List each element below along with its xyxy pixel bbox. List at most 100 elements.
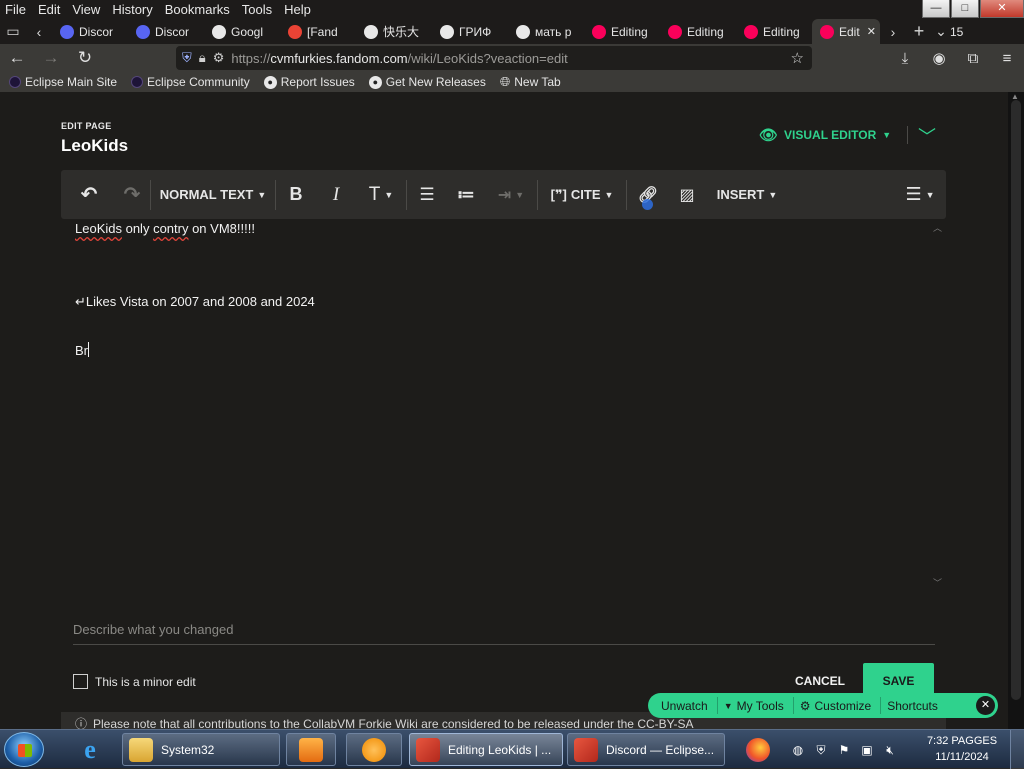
taskbar-item-discord-eclipse[interactable]: Discord — Eclipse... <box>567 733 725 766</box>
paragraph-format-dropdown[interactable]: NORMAL TEXT ▼ <box>151 170 275 219</box>
taskbar-item-system32[interactable]: System32 <box>122 733 280 766</box>
tab-label: [Fand <box>307 24 338 39</box>
tab-8[interactable]: Editing <box>660 19 736 44</box>
system-clock[interactable]: 7:32 PAGGES 11/11/2024 <box>924 733 1000 765</box>
minor-edit-checkbox[interactable]: This is a minor edit <box>73 674 196 689</box>
tab-4[interactable]: 快乐大 <box>356 19 432 44</box>
tab-10[interactable]: Edit ✕ <box>812 19 880 44</box>
tab-overview-icon[interactable]: ▭ <box>0 19 26 44</box>
bookmark-new-tab[interactable]: 🌐︎ New Tab <box>491 74 566 90</box>
close-window-button[interactable]: ✕ <box>980 0 1024 18</box>
scroll-up-icon[interactable]: ︿ <box>933 221 942 234</box>
menu-bookmarks[interactable]: Bookmarks <box>159 0 236 19</box>
italic-icon[interactable]: I <box>316 170 356 219</box>
link-icon[interactable]: 🔗︎ <box>627 170 669 219</box>
scroll-down-icon[interactable]: ﹀ <box>933 576 942 589</box>
firefox-icon <box>746 737 770 762</box>
edit-summary-input[interactable]: Describe what you changed <box>73 619 935 645</box>
new-tab-icon[interactable]: + <box>906 19 932 44</box>
menu-help[interactable]: Help <box>278 0 317 19</box>
maximize-button[interactable]: □ <box>951 0 979 18</box>
unwatch-button[interactable]: Unwatch <box>661 699 717 713</box>
tab-6[interactable]: мать р <box>508 19 584 44</box>
security-icon[interactable]: ⛨ <box>813 742 829 758</box>
menu-file[interactable]: File <box>0 0 32 19</box>
bookmark-eclipse-main-site[interactable]: Eclipse Main Site <box>0 75 122 89</box>
checkbox-icon[interactable] <box>73 674 88 689</box>
tab-7[interactable]: Editing <box>584 19 660 44</box>
customize-button[interactable]: ⚙ Customize <box>800 699 880 713</box>
tab-0[interactable]: Discor <box>52 19 128 44</box>
page-scrollbar[interactable]: ▲ <box>1008 92 1024 729</box>
cat-icon <box>364 24 378 39</box>
downloads-icon[interactable]: ⤓ <box>888 44 922 72</box>
start-button[interactable] <box>4 732 44 767</box>
back-arrow-icon[interactable]: ← <box>0 44 34 72</box>
app-menu-icon[interactable]: ≡ <box>990 44 1024 72</box>
url-bar[interactable]: ⛨ 🔒︎ ⚙ https://cvmfurkies.fandom.com/wik… <box>176 46 812 70</box>
bookmark-star-icon[interactable]: ☆ <box>791 49 804 67</box>
forward-arrow-icon[interactable]: → <box>34 44 68 72</box>
reload-icon[interactable]: ↻ <box>68 44 102 72</box>
volume-muted-icon[interactable]: 🔇︎ <box>882 742 898 758</box>
close-tab-icon[interactable]: ✕ <box>867 25 876 38</box>
scroll-tabs-left-icon[interactable]: ‹ <box>26 19 52 44</box>
scroll-up-arrow-icon[interactable]: ▲ <box>1011 92 1019 101</box>
undo-icon[interactable]: ↶ <box>61 170 117 219</box>
bookmark-get-new-releases[interactable]: ● Get New Releases <box>360 75 491 89</box>
editor-surface[interactable]: LeoKids only contry on VM8!!!!! ↵Likes V… <box>61 219 946 594</box>
image-icon[interactable]: ▨ <box>669 170 705 219</box>
insert-dropdown[interactable]: INSERT ▼ <box>705 170 789 219</box>
misspelled-word[interactable]: contry <box>153 221 188 236</box>
visual-editor-switch[interactable]: 👁︎ VISUAL EDITOR ▼ <box>759 126 891 144</box>
internet-explorer-pin[interactable]: e <box>66 733 114 766</box>
tab-1[interactable]: Discor <box>128 19 204 44</box>
paragraph-2[interactable]: ↵Likes Vista on 2007 and 2008 and 2024 <box>75 294 315 310</box>
tab-label: ГРИФ <box>459 24 492 39</box>
shield-icon[interactable]: ⛨ <box>182 50 192 66</box>
taskbar-uc-browser[interactable] <box>346 733 402 766</box>
tab-list-chevron-icon[interactable]: ⌄ <box>932 19 950 44</box>
more-options-dropdown[interactable]: ☰ ▼ <box>894 170 946 219</box>
tab-2[interactable]: Googl <box>204 19 280 44</box>
firefox-pin[interactable] <box>738 733 778 766</box>
tab-5[interactable]: ГРИФ <box>432 19 508 44</box>
redo-icon[interactable]: ↷ <box>117 170 147 219</box>
chevron-down-icon[interactable]: ﹀ <box>918 123 936 149</box>
paragraph-3[interactable]: Br <box>75 342 89 358</box>
menu-tools[interactable]: Tools <box>236 0 278 19</box>
tab-3[interactable]: [Fand <box>280 19 356 44</box>
cancel-button[interactable]: CANCEL <box>795 674 845 688</box>
minimize-button[interactable]: — <box>922 0 950 18</box>
show-desktop-button[interactable] <box>1010 730 1024 769</box>
menu-history[interactable]: History <box>106 0 158 19</box>
permissions-icon[interactable]: ⚙ <box>213 50 225 66</box>
menu-edit[interactable]: Edit <box>32 0 66 19</box>
paragraph-1[interactable]: LeoKids only contry on VM8!!!!! <box>75 221 255 236</box>
bookmark-report-issues[interactable]: ● Report Issues <box>255 75 360 89</box>
indent-dropdown[interactable]: ⇥ ▼ <box>485 170 537 219</box>
network-globe-icon[interactable]: ◍ <box>790 742 806 758</box>
taskbar-media-player[interactable] <box>286 733 336 766</box>
misspelled-word[interactable]: LeoKids <box>75 221 122 236</box>
tab-label: 快乐大 <box>383 25 420 39</box>
scrollbar-thumb[interactable] <box>1011 100 1021 700</box>
network-icon[interactable]: ▣ <box>859 742 875 758</box>
cite-dropdown[interactable]: [❞] CITE ▼ <box>538 170 626 219</box>
shortcuts-button[interactable]: Shortcuts <box>887 699 947 713</box>
menu-view[interactable]: View <box>66 0 106 19</box>
taskbar-item-editing-leokids[interactable]: Editing LeoKids | ... <box>409 733 563 766</box>
bullet-list-icon[interactable]: ☰ <box>407 170 447 219</box>
tab-9[interactable]: Editing <box>736 19 812 44</box>
close-icon[interactable]: ✕ <box>976 696 995 715</box>
bold-icon[interactable]: B <box>276 170 316 219</box>
my-tools-button[interactable]: ▼ My Tools <box>724 699 793 713</box>
scroll-tabs-right-icon[interactable]: › <box>880 19 906 44</box>
account-icon[interactable]: ◉ <box>922 44 956 72</box>
numbered-list-icon[interactable]: ≔ <box>447 170 485 219</box>
bookmark-eclipse-community[interactable]: Eclipse Community <box>122 75 255 89</box>
lock-icon[interactable]: 🔒︎ <box>199 50 206 66</box>
extensions-icon[interactable]: ⧉ <box>956 44 990 72</box>
action-center-flag-icon[interactable]: ⚑ <box>836 742 852 758</box>
text-style-dropdown[interactable]: T ▼ <box>356 170 406 219</box>
